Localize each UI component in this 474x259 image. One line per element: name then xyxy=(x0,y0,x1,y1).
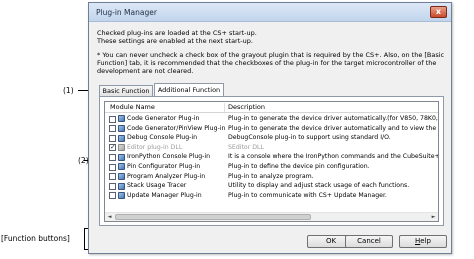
horizontal-scrollbar[interactable]: ◄ ► xyxy=(105,212,438,221)
scroll-right-icon[interactable]: ► xyxy=(429,213,438,221)
plugin-description: DebugConsole plug-in to support using st… xyxy=(228,134,391,142)
list-item[interactable]: Stack Usage Tracer Utility to display and… xyxy=(105,181,438,191)
plugin-list[interactable]: Module Name Description Code Generator P… xyxy=(104,101,439,222)
info-line-1: Checked plug-ins are loaded at the CS+ s… xyxy=(97,29,257,37)
plugin-name: Update Manager Plug-in xyxy=(127,191,202,199)
plugin-checkbox[interactable] xyxy=(109,153,116,161)
scroll-thumb[interactable] xyxy=(115,214,311,220)
plugin-icon xyxy=(118,124,125,132)
plugin-checkbox[interactable] xyxy=(109,125,116,133)
scroll-left-icon[interactable]: ◄ xyxy=(105,213,114,221)
plugin-icon xyxy=(118,192,125,200)
list-rows: Code Generator Plug-in Plug-in to generat… xyxy=(105,114,438,200)
list-item[interactable]: Debug Console Plug-in DebugConsole plug-i… xyxy=(105,133,438,143)
plugin-description: Plug-in to communicate with CS+ Update M… xyxy=(228,191,387,199)
plugin-name: Code Generator/PinView Plug-in xyxy=(127,124,226,132)
plugin-name: Editor plug-in DLL xyxy=(127,143,183,151)
window-title: Plug-in Manager xyxy=(96,8,157,17)
callout-label-1: (1) xyxy=(63,86,74,95)
list-item[interactable]: Editor plug-in DLL SEditor DLL xyxy=(105,143,438,153)
plugin-checkbox[interactable] xyxy=(109,173,116,181)
column-header-description[interactable]: Description xyxy=(228,102,265,112)
tab-basic-function[interactable]: Basic Function xyxy=(99,85,153,96)
close-button[interactable]: x xyxy=(430,6,447,18)
plugin-name: IronPython Console Plug-in xyxy=(127,153,211,161)
plugin-description: Plug-in to generate the device driver au… xyxy=(228,124,437,132)
column-header-module-name[interactable]: Module Name xyxy=(110,102,155,112)
info-line-2: These settings are enabled at the next s… xyxy=(97,37,253,45)
plugin-icon xyxy=(118,172,125,180)
help-button[interactable]: Help xyxy=(399,235,447,248)
plugin-manager-dialog: Plug-in Manager x Checked plug-ins are l… xyxy=(88,2,452,254)
cancel-button[interactable]: Cancel xyxy=(345,235,393,248)
help-label-rest: elp xyxy=(420,237,431,245)
plugin-name: Pin Configurator Plug-in xyxy=(127,162,201,170)
tab-panel: Module Name Description Code Generator P… xyxy=(99,96,444,226)
plugin-checkbox[interactable] xyxy=(109,134,116,142)
plugin-icon xyxy=(118,134,125,142)
list-item[interactable]: Update Manager Plug-in Plug-in to communi… xyxy=(105,191,438,201)
list-item[interactable]: Code Generator Plug-in Plug-in to generat… xyxy=(105,114,438,124)
list-item[interactable]: IronPython Console Plug-in It is a consol… xyxy=(105,152,438,162)
plugin-name: Stack Usage Tracer xyxy=(127,182,187,190)
plugin-description: It is a console where the IronPython com… xyxy=(228,153,439,161)
plugin-icon xyxy=(118,163,125,171)
tab-additional-function[interactable]: Additional Function xyxy=(154,83,224,97)
plugin-description: Plug-in to analyze program. xyxy=(228,172,314,180)
list-item[interactable]: Pin Configurator Plug-in Plug-in to defin… xyxy=(105,162,438,172)
plugin-checkbox[interactable] xyxy=(109,115,116,123)
list-item[interactable]: Program Analyzer Plug-in Plug-in to analy… xyxy=(105,172,438,182)
plugin-checkbox[interactable] xyxy=(109,163,116,171)
plugin-description: Utility to display and adjust stack usag… xyxy=(228,182,410,190)
info-text-startup: Checked plug-ins are loaded at the CS+ s… xyxy=(97,29,447,45)
close-icon: x xyxy=(435,7,442,16)
plugin-icon xyxy=(118,153,125,161)
plugin-description: Plug-in to define the device pin configu… xyxy=(228,162,370,170)
plugin-name: Program Analyzer Plug-in xyxy=(127,172,206,180)
info-line-3: * You can never uncheck a check box of t… xyxy=(97,51,445,75)
list-item[interactable]: Code Generator/PinView Plug-in Plug-in to… xyxy=(105,124,438,134)
plugin-icon xyxy=(118,115,125,123)
plugin-icon xyxy=(118,182,125,190)
plugin-description: Plug-in to generate the device driver au… xyxy=(228,115,438,122)
plugin-name: Code Generator Plug-in xyxy=(127,115,200,122)
plugin-checkbox[interactable] xyxy=(109,182,116,190)
info-text-warning: * You can never uncheck a check box of t… xyxy=(97,51,447,75)
callout-label-3: [Function buttons] xyxy=(1,234,70,243)
plugin-name: Debug Console Plug-in xyxy=(127,134,198,142)
plugin-description: SEditor DLL xyxy=(228,143,264,151)
list-header: Module Name Description xyxy=(105,102,438,113)
column-separator[interactable] xyxy=(224,103,225,112)
plugin-checkbox[interactable] xyxy=(109,192,116,200)
plugin-icon xyxy=(118,144,125,152)
title-bar[interactable]: Plug-in Manager x xyxy=(89,3,451,22)
plugin-checkbox xyxy=(109,143,116,153)
